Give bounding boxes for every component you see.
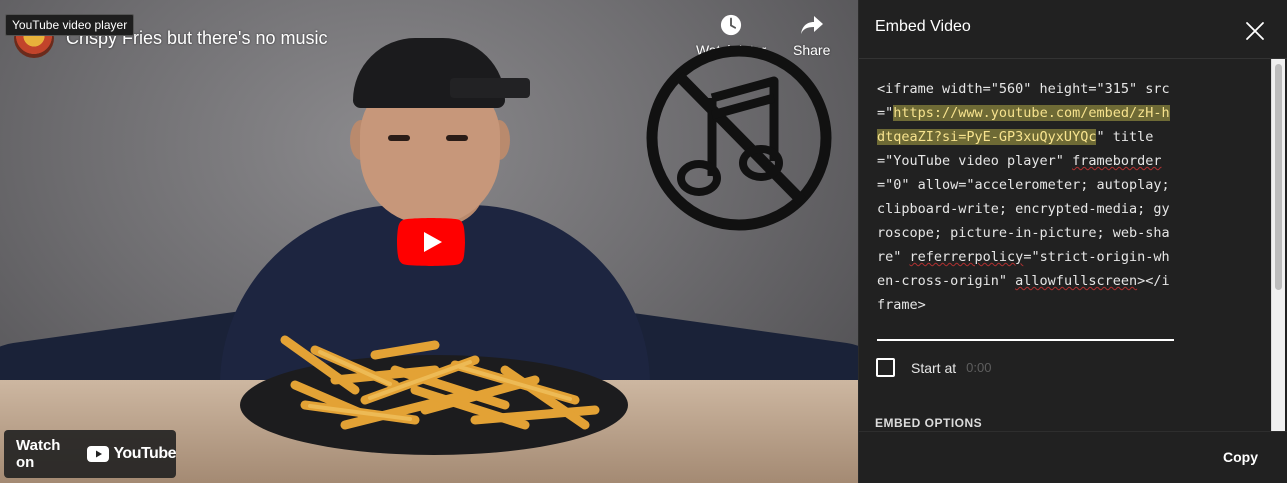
copy-button[interactable]: Copy (1219, 447, 1262, 467)
youtube-play-icon (87, 446, 110, 462)
start-at-row: Start at 0:00 (876, 358, 991, 377)
start-at-time-input[interactable]: 0:00 (966, 360, 991, 375)
code-src-suffix: " (1096, 129, 1105, 145)
video-player[interactable]: YouTube video player Crispy Fries but th… (0, 0, 858, 483)
code-referrerpolicy: referrerpolicy (909, 249, 1024, 265)
close-icon[interactable] (1243, 19, 1267, 43)
player-tooltip: YouTube video player (5, 14, 135, 36)
fries-image (280, 335, 600, 430)
embed-code-textarea[interactable]: <iframe width="560" height="315" src="ht… (877, 77, 1175, 317)
youtube-logo: YouTube (87, 445, 176, 463)
code-line-1: <iframe width="560" height="315" (877, 81, 1138, 97)
youtube-wordmark: YouTube (113, 445, 176, 462)
embed-scroll-area[interactable]: <iframe width="560" height="315" src="ht… (859, 59, 1271, 431)
code-field-underline (877, 339, 1174, 341)
clock-icon (721, 14, 742, 36)
code-frameborder: frameborder (1072, 153, 1162, 169)
embed-panel: Embed Video <iframe width="560" height="… (858, 0, 1287, 483)
start-at-checkbox[interactable] (876, 358, 895, 377)
watch-on-youtube-button[interactable]: Watch on YouTube (4, 430, 176, 478)
share-arrow-icon (800, 16, 823, 34)
code-allowfullscreen: allowfullscreen (1015, 273, 1138, 289)
play-button[interactable] (397, 218, 465, 266)
embed-options-heading: EMBED OPTIONS (875, 416, 983, 430)
embed-header: Embed Video (875, 18, 971, 35)
start-at-label: Start at (911, 359, 957, 376)
code-frameborder-value: ="0" (877, 177, 910, 193)
watch-on-label: Watch on (16, 437, 61, 471)
no-music-icon (646, 45, 832, 231)
scrollbar-thumb[interactable] (1275, 64, 1282, 290)
